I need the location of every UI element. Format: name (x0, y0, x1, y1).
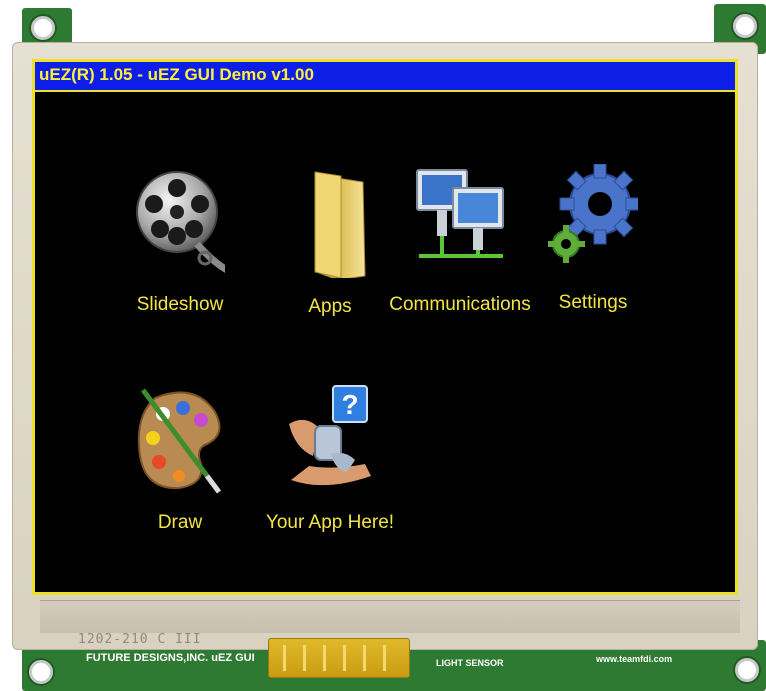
custom-app-icon: ? (289, 385, 371, 486)
app-settings[interactable]: Settings (518, 164, 668, 324)
mounting-hole-icon (29, 660, 53, 684)
mounting-hole-icon (735, 658, 759, 682)
paint-palette-icon (137, 388, 222, 494)
title-bar: uEZ(R) 1.05 - uEZ GUI Demo v1.00 (35, 62, 735, 92)
flex-cable (268, 638, 410, 678)
bezel-strip (40, 600, 740, 633)
app-slideshow[interactable]: Slideshow (105, 166, 255, 326)
gears-icon (548, 164, 638, 263)
url-silkscreen: www.teamfdi.com (596, 654, 673, 664)
svg-text:?: ? (341, 389, 358, 420)
network-computers-icon (416, 169, 504, 258)
folder-icon (314, 171, 366, 278)
app-label: Settings (558, 292, 628, 313)
window-title: uEZ(R) 1.05 - uEZ GUI Demo v1.00 (39, 65, 314, 84)
company-silkscreen: FUTURE DESIGNS,INC. uEZ GUI (86, 652, 255, 664)
mounting-hole-icon (733, 14, 757, 38)
lcd-screen: uEZ(R) 1.05 - uEZ GUI Demo v1.00 Slidesh… (32, 59, 738, 595)
mounting-hole-icon (31, 16, 55, 40)
app-label: Your App Here! (265, 512, 395, 533)
film-reel-icon (136, 171, 225, 273)
bezel-print: 1202-210 C III (78, 632, 202, 647)
app-draw[interactable]: Draw (105, 384, 255, 544)
sensor-silkscreen: LIGHT SENSOR (436, 658, 504, 668)
app-your-app-here[interactable]: ? Your App Here! (255, 384, 405, 544)
